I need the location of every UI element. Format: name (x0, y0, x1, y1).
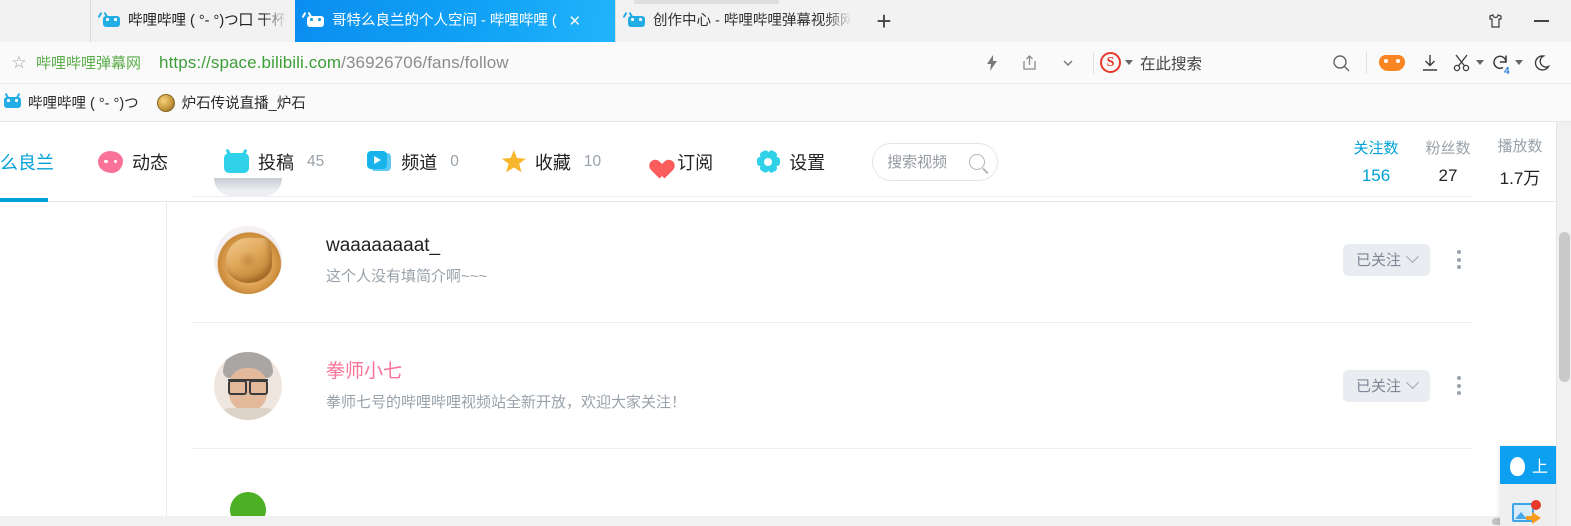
widget-header[interactable]: 上 (1500, 446, 1556, 484)
bookmarks-bar: 哔哩哔哩 ( °- °)つ 炉石传说直播_炉石 (0, 84, 1571, 122)
list-item-partial-bottom[interactable] (192, 449, 1472, 526)
browser-window: 哔哩哔哩 ( °- °)つ囗 干杯~-bilibili 哥特么良兰的个人空间 -… (0, 0, 1571, 526)
scissors-icon[interactable] (1449, 42, 1487, 84)
user-bio: 这个人没有填简介啊~~~ (326, 267, 488, 285)
vertical-scrollbar[interactable] (1556, 122, 1571, 526)
tabstrip-spacer (908, 0, 1475, 42)
follow-status-button[interactable]: 已关注 (1342, 369, 1430, 402)
bilibili-space-page: 么良兰 动态 投稿 45 频道 0 收藏 10 订阅 设置 搜索视频 关注数 1… (0, 122, 1556, 526)
list-item[interactable]: 拳师小七 拳师七号的哔哩哔哩视频站全新开放，欢迎大家关注！ 已关注 (192, 323, 1472, 449)
more-options-icon[interactable] (1446, 244, 1472, 276)
refresh-count-badge: 4 (1504, 65, 1510, 77)
gamepad-icon[interactable] (1373, 42, 1411, 84)
browser-tab-0[interactable]: 哔哩哔哩 ( °- °)つ囗 干杯~-bilibili (90, 0, 295, 42)
close-icon[interactable]: ✕ (565, 11, 585, 31)
caret-down-icon (1124, 60, 1133, 65)
horizontal-scrollbar[interactable] (0, 516, 1556, 526)
follow-list-content: waaaaaaaat_ 这个人没有填简介啊~~~ 已关注 拳师小七 拳师七号的哔… (0, 178, 1556, 526)
follow-list: waaaaaaaat_ 这个人没有填简介啊~~~ 已关注 拳师小七 拳师七号的哔… (168, 178, 1496, 526)
window-controls (1475, 0, 1571, 42)
follow-status-label: 已关注 (1355, 378, 1401, 395)
profile-name-label: 么良兰 (0, 152, 54, 173)
stat-plays[interactable]: 播放数 1.7万 (1484, 135, 1556, 189)
list-item-partial-top[interactable] (192, 137, 1472, 197)
moon-night-mode-icon[interactable] (1525, 42, 1563, 84)
list-item[interactable]: waaaaaaaat_ 这个人没有填简介啊~~~ 已关注 (192, 197, 1472, 323)
chevron-down-icon (1406, 250, 1419, 264)
dynamic-icon (98, 150, 123, 173)
follow-status-button[interactable]: 已关注 (1342, 243, 1430, 276)
stat-label: 播放数 (1497, 137, 1543, 155)
tshirt-icon[interactable] (1475, 0, 1515, 42)
lightning-icon[interactable] (973, 42, 1011, 84)
avatar[interactable] (214, 351, 282, 420)
sidebar-item-profile-name[interactable]: 么良兰 (0, 122, 54, 202)
avatar[interactable] (214, 225, 282, 294)
bookmark-label: 炉石传说直播_炉石 (181, 96, 306, 112)
widget-header-label: 上 (1532, 459, 1549, 476)
omnibox-search-placeholder[interactable]: 在此搜索 (1140, 52, 1202, 74)
more-options-icon[interactable] (1446, 370, 1472, 402)
bilibili-icon (4, 92, 21, 112)
nav-item-dynamic[interactable]: 动态 (98, 122, 181, 202)
caret-down-icon (1514, 60, 1523, 65)
bookmark-label: 哔哩哔哩 ( °- °)つ (28, 96, 139, 112)
tabstrip-lead-space (0, 0, 90, 42)
user-meta: waaaaaaaat_ 这个人没有填简介啊~~~ (326, 236, 487, 284)
bilibili-icon (97, 11, 120, 30)
bookmark-item-1[interactable]: 炉石传说直播_炉石 (148, 84, 315, 122)
browser-tab-2[interactable]: 创作中心 - 哔哩哔哩弹幕视频网 - ( (615, 0, 860, 42)
url-scheme: https:// (159, 52, 211, 72)
chevron-down-icon (1406, 376, 1419, 390)
tab-title: 哥特么良兰的个人空间 - 哔哩哔哩 ( (332, 13, 557, 29)
user-name[interactable]: 拳师小七 (326, 362, 686, 381)
refresh-icon[interactable]: 4 (1487, 42, 1525, 84)
left-rail (0, 203, 167, 526)
minimize-button[interactable] (1521, 0, 1561, 42)
user-meta: 拳师小七 拳师七号的哔哩哔哩视频站全新开放，欢迎大家关注！ (326, 362, 686, 410)
caret-down-icon (1476, 60, 1484, 65)
tab-title: 创作中心 - 哔哩哔哩弹幕视频网 - ( (653, 13, 850, 29)
nav-item-label: 动态 (132, 152, 168, 173)
bookmark-item-0[interactable]: 哔哩哔哩 ( °- °)つ (0, 84, 148, 122)
sogou-search-engine-button[interactable]: S 在此搜索 (1099, 42, 1202, 84)
sogou-logo-icon: S (1099, 52, 1121, 73)
active-tab-underline (0, 197, 48, 202)
new-tab-button[interactable]: + (860, 0, 908, 42)
address-bar: ☆ 哔哩哔哩弹幕网 https://space.bilibili.com/369… (0, 42, 1571, 84)
stat-value: 1.7万 (1499, 168, 1541, 188)
chevron-down-icon[interactable] (1049, 42, 1087, 84)
follow-list-rows: waaaaaaaat_ 这个人没有填简介啊~~~ 已关注 拳师小七 拳师七号的哔… (192, 137, 1472, 526)
url-host: space.bilibili.com (210, 52, 342, 72)
tab-strip: 哔哩哔哩 ( °- °)つ囗 干杯~-bilibili 哥特么良兰的个人空间 -… (0, 0, 1571, 42)
browser-tab-1-active[interactable]: 哥特么良兰的个人空间 - 哔哩哔哩 ( ✕ (295, 0, 615, 42)
share-icon[interactable] (1011, 42, 1049, 84)
tab-drag-ghost (634, 0, 779, 4)
divider (1092, 51, 1094, 74)
follow-status-label: 已关注 (1355, 252, 1401, 269)
site-identity-label: 哔哩哔哩弹幕网 (36, 55, 142, 72)
vscroll-thumb[interactable] (1559, 232, 1570, 382)
image-share-icon[interactable] (1512, 500, 1541, 525)
user-bio: 拳师七号的哔哩哔哩视频站全新开放，欢迎大家关注！ (326, 393, 687, 411)
url-path: /36926706/fans/follow (341, 52, 509, 72)
search-spacer (1202, 42, 1322, 84)
qq-penguin-icon (1509, 455, 1526, 476)
hearthstone-icon (156, 93, 175, 112)
download-icon[interactable] (1411, 42, 1449, 84)
avatar[interactable] (214, 178, 282, 196)
bilibili-icon (301, 11, 324, 30)
bookmark-star-icon[interactable]: ☆ (8, 53, 30, 73)
search-icon[interactable] (1322, 42, 1360, 84)
user-name[interactable]: waaaaaaaat_ (326, 236, 487, 255)
divider (1366, 51, 1367, 74)
url-input[interactable]: https://space.bilibili.com/36926706/fans… (159, 53, 509, 73)
tab-title: 哔哩哔哩 ( °- °)つ囗 干杯~-bilibili (128, 13, 285, 29)
bilibili-icon (622, 11, 645, 30)
address-bar-actions: S 在此搜索 4 (973, 42, 1571, 84)
widget-body[interactable] (1500, 484, 1556, 526)
floating-share-widget: 上 (1500, 446, 1556, 526)
